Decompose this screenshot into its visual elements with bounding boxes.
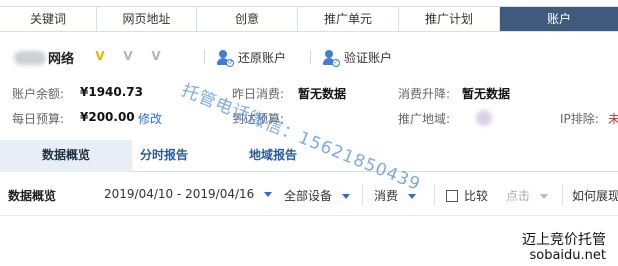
region-label: 推广地域:	[398, 112, 451, 126]
tab-data-overview[interactable]: 数据概览	[0, 140, 132, 172]
tab-hourly-report[interactable]: 分时报告	[132, 140, 196, 172]
yesterday-spend-value: 暂无数据	[298, 87, 347, 101]
device-select-value: 全部设备	[284, 189, 333, 203]
brand-line-1: 迈上竞价托管	[522, 232, 606, 248]
spend-change-label: 消费升降:	[398, 87, 451, 101]
tab-campaign[interactable]: 推广计划	[399, 7, 500, 31]
divider	[562, 184, 563, 206]
balance-value: ¥1940.73	[80, 85, 144, 99]
checkbox-icon	[446, 190, 458, 202]
verify-account-button[interactable]: ✓ 验证账户	[322, 49, 393, 67]
tab-ad-unit[interactable]: 推广单元	[298, 7, 399, 31]
account-name-redacted	[14, 51, 46, 65]
tab-account[interactable]: 账户	[500, 7, 618, 31]
restore-account-label: 还原账户	[238, 51, 287, 65]
edit-budget-link[interactable]: 修改	[138, 110, 162, 127]
compare-checkbox[interactable]: 比较	[446, 187, 488, 204]
restore-account-button[interactable]: ↺ 还原账户	[216, 49, 287, 67]
tab-creative[interactable]: 创意	[197, 7, 298, 31]
user-verify-icon: ✓	[322, 49, 340, 67]
vip-badge-icon: V	[95, 49, 105, 63]
account-header: 网络 V V V ↺ 还原账户 ✓ 验证账户	[0, 44, 618, 74]
filter-bar: 数据概览 2019/04/10 - 2019/04/16 全部设备 消费 比较 …	[0, 172, 618, 216]
compare-label: 比较	[464, 189, 489, 203]
balance-label: 账户余额:	[12, 87, 65, 101]
brand-line-2: sobaidu.net	[529, 248, 606, 263]
chevron-down-icon	[264, 192, 273, 197]
verify-account-label: 验证账户	[344, 51, 393, 65]
vip-badge-icon: V	[151, 49, 161, 63]
date-range-text: 2019/04/10 - 2019/04/16	[104, 187, 255, 201]
chevron-down-icon	[540, 194, 549, 199]
date-range-picker[interactable]: 2019/04/10 - 2019/04/16	[104, 187, 273, 201]
section-title: 数据概览	[8, 189, 57, 203]
user-restore-icon: ↺	[216, 49, 234, 67]
metric-select-value: 消费	[374, 189, 399, 203]
divider	[362, 184, 363, 206]
region-value-redacted	[476, 110, 492, 126]
account-name-text: 网络	[48, 52, 75, 67]
chevron-down-icon	[342, 194, 351, 199]
daily-budget-value: ¥200.00	[80, 110, 135, 124]
tab-keywords[interactable]: 关键词	[0, 7, 97, 31]
divider	[204, 50, 205, 64]
compare-metric-value: 点击	[506, 189, 531, 203]
account-name: 网络	[14, 48, 74, 67]
compare-metric-select[interactable]: 点击	[506, 187, 549, 204]
divider	[310, 50, 311, 64]
brand-watermark: 迈上竞价托管 sobaidu.net	[522, 232, 606, 264]
divider	[434, 184, 435, 206]
how-to-display-link[interactable]: 如何展现	[572, 187, 618, 204]
top-tab-bar: 关键词 网页地址 创意 推广单元 推广计划 账户	[0, 6, 618, 32]
ip-exclude-value: 未	[608, 112, 618, 126]
daily-budget-label: 每日预算:	[12, 112, 65, 126]
tab-web-address[interactable]: 网页地址	[97, 7, 197, 31]
spend-change-value: 暂无数据	[462, 87, 511, 101]
ip-exclude-label: IP排除:	[560, 112, 599, 126]
vip-badge-icon: V	[123, 49, 133, 63]
device-select[interactable]: 全部设备	[284, 187, 351, 204]
